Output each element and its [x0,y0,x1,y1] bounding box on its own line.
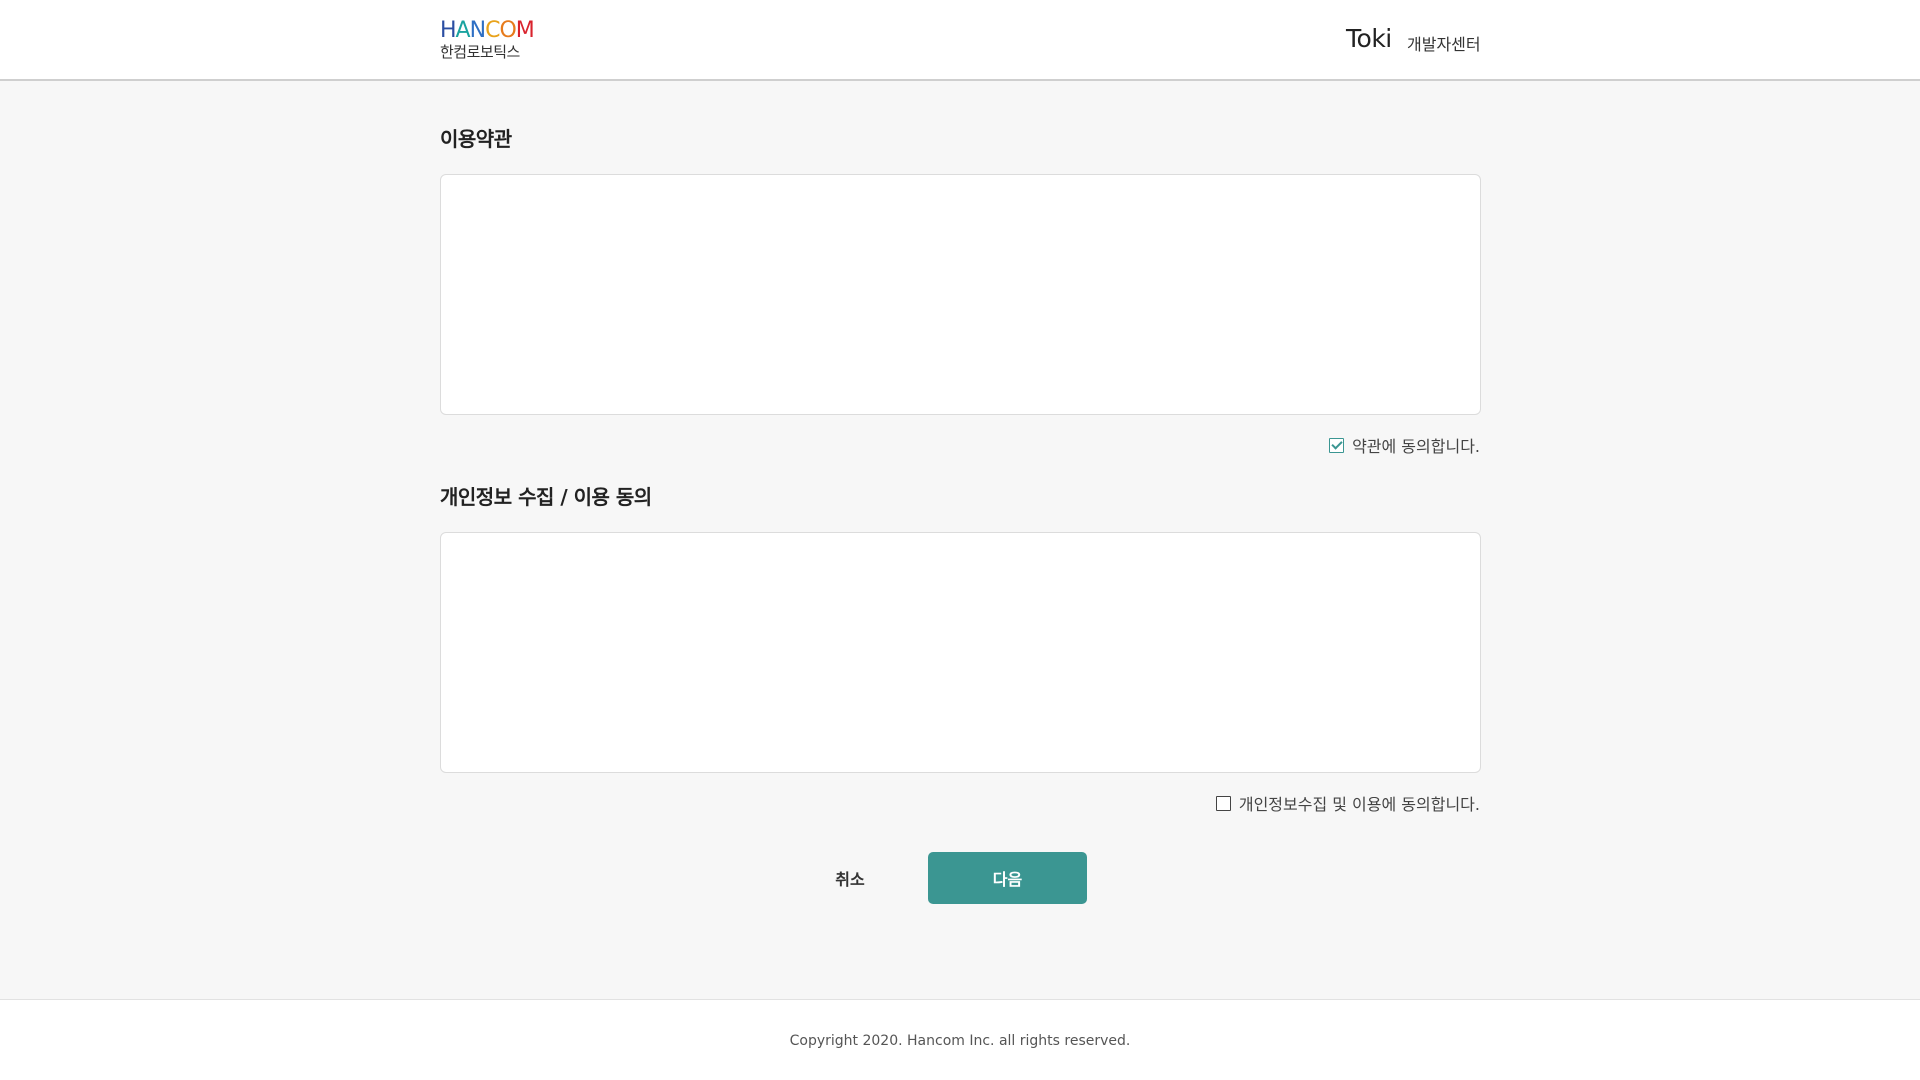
terms-title: 이용약관 [440,127,512,151]
brand-name[interactable]: Toki [1346,24,1392,53]
logo-letter: A [455,18,471,43]
copyright-text: Copyright 2020. Hancom Inc. all rights r… [789,1033,1131,1049]
privacy-agree-checkbox-row[interactable]: 개인정보수집 및 이용에 동의합니다. [1215,791,1480,815]
cancel-button[interactable]: 취소 [810,852,890,904]
terms-agree-checkbox[interactable] [1329,437,1345,453]
terms-agree-checkbox-row[interactable]: 약관에 동의합니다. [1329,433,1480,457]
hancom-logo[interactable]: HANCOM 한컴로보틱스 [440,18,552,64]
privacy-agree-label[interactable]: 개인정보수집 및 이용에 동의합니다. [1239,791,1480,815]
privacy-agree-checkbox[interactable] [1215,795,1231,811]
page-footer: Copyright 2020. Hancom Inc. all rights r… [0,999,1920,1080]
hancom-logo-subtitle: 한컴로보틱스 [440,43,520,61]
hancom-logo-wordmark: HANCOM [440,18,552,42]
logo-letter: N [469,18,487,43]
logo-letter: C [485,18,500,43]
logo-letter: H [440,18,457,43]
privacy-title: 개인정보 수집 / 이용 동의 [440,485,652,509]
logo-letter: M [515,18,535,43]
logo-letter: O [499,18,516,43]
terms-content-box[interactable] [440,174,1481,415]
privacy-content-box[interactable] [440,532,1481,773]
next-button[interactable]: 다음 [928,852,1087,904]
dev-center-link[interactable]: 개발자센터 [1407,31,1481,55]
terms-agree-label[interactable]: 약관에 동의합니다. [1352,433,1480,457]
top-header: HANCOM 한컴로보틱스 Toki 개발자센터 [0,0,1920,81]
